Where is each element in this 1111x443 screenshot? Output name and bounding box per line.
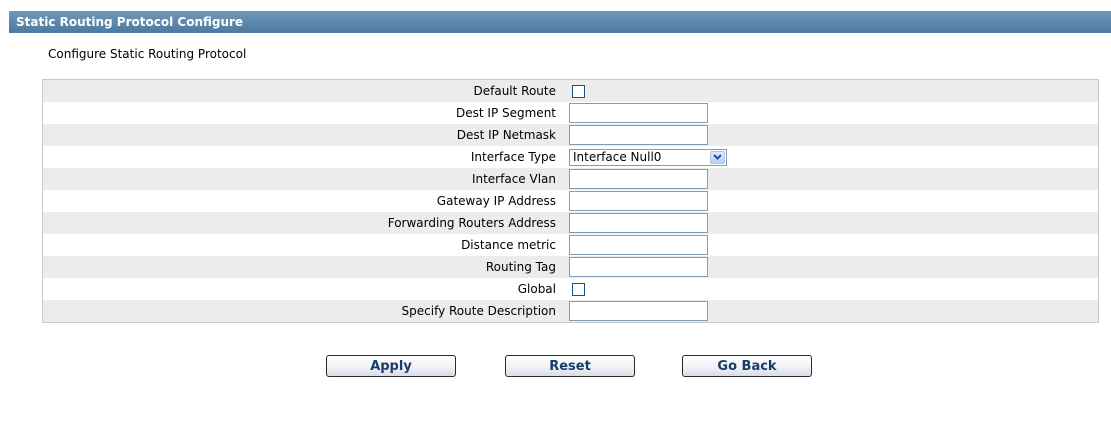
dest-ip-segment-input[interactable] xyxy=(569,103,708,123)
distance-metric-label: Distance metric xyxy=(461,238,556,252)
dest-ip-netmask-input[interactable] xyxy=(569,125,708,145)
form-row-global: Global xyxy=(43,278,1098,300)
dest-ip-netmask-label: Dest IP Netmask xyxy=(456,128,556,142)
forwarding-routers-input[interactable] xyxy=(569,213,708,233)
form-row-forwarding-routers: Forwarding Routers Address xyxy=(43,212,1098,234)
go-back-button[interactable]: Go Back xyxy=(682,355,812,377)
route-description-input[interactable] xyxy=(569,301,708,321)
form-row-dest-ip-segment: Dest IP Segment xyxy=(43,102,1098,124)
form-row-interface-type: Interface Type Interface Null0 xyxy=(43,146,1098,168)
distance-metric-input[interactable] xyxy=(569,235,708,255)
form-row-default-route: Default Route xyxy=(43,80,1098,102)
dest-ip-segment-label: Dest IP Segment xyxy=(456,106,556,120)
form-row-interface-vlan: Interface Vlan xyxy=(43,168,1098,190)
form-actions: Apply Reset Go Back xyxy=(0,355,1111,379)
page-title-bar: Static Routing Protocol Configure xyxy=(9,11,1111,33)
interface-vlan-input[interactable] xyxy=(569,169,708,189)
forwarding-routers-label: Forwarding Routers Address xyxy=(387,216,556,230)
form-row-gateway-ip: Gateway IP Address xyxy=(43,190,1098,212)
form-row-distance-metric: Distance metric xyxy=(43,234,1098,256)
section-subtitle: Configure Static Routing Protocol xyxy=(48,47,247,61)
interface-type-label: Interface Type xyxy=(470,150,556,164)
form-row-routing-tag: Routing Tag xyxy=(43,256,1098,278)
apply-button[interactable]: Apply xyxy=(326,355,456,377)
default-route-checkbox[interactable] xyxy=(572,84,585,98)
page-title: Static Routing Protocol Configure xyxy=(16,15,244,29)
static-route-form: Default Route Dest IP Segment Dest IP Ne… xyxy=(42,79,1099,323)
routing-tag-input[interactable] xyxy=(569,257,708,277)
global-label: Global xyxy=(517,282,556,296)
reset-button[interactable]: Reset xyxy=(505,355,635,377)
gateway-ip-label: Gateway IP Address xyxy=(436,194,556,208)
chevron-down-icon[interactable] xyxy=(710,150,725,164)
global-checkbox[interactable] xyxy=(572,282,585,296)
routing-tag-label: Routing Tag xyxy=(485,260,556,274)
interface-vlan-label: Interface Vlan xyxy=(471,172,556,186)
default-route-label: Default Route xyxy=(473,84,557,98)
gateway-ip-input[interactable] xyxy=(569,191,708,211)
form-row-dest-ip-netmask: Dest IP Netmask xyxy=(43,124,1098,146)
form-row-route-description: Specify Route Description xyxy=(43,300,1098,322)
route-description-label: Specify Route Description xyxy=(401,304,556,318)
interface-type-selected-value: Interface Null0 xyxy=(573,149,662,164)
interface-type-select[interactable]: Interface Null0 xyxy=(569,148,727,166)
